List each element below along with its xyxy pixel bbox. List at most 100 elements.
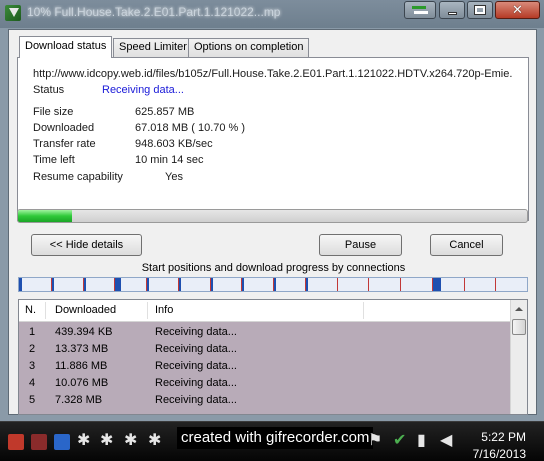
table-row[interactable]: 4 10.076 MB Receiving data... [19,375,511,392]
row-info: Receiving data... [155,394,237,406]
taskbar: ✱ ✱ ✱ ✱ created with gifrecorder.com ⚑ ✔… [0,421,544,461]
row-info: Receiving data... [155,343,237,355]
time-left-value: 10 min 14 sec [135,154,204,166]
connection-start-marker [273,278,274,291]
window-arrows-button[interactable] [404,1,436,19]
download-progress-bar [17,209,528,223]
row-downloaded: 11.886 MB [55,360,108,372]
row-number: 4 [29,377,36,389]
transfer-rate-value: 948.603 KB/sec [135,138,213,150]
row-info: Receiving data... [155,326,237,338]
file-size-label: File size [33,106,74,118]
table-header: N. Downloaded Info [19,300,527,322]
dialog-client-area: Download status Speed Limiter Options on… [8,29,537,415]
download-status-panel: http://www.idcopy.web.id/files/b105z/Ful… [17,57,529,221]
row-number: 2 [29,343,36,355]
connection-start-marker [400,278,401,291]
resume-capability-label: Resume capability [33,171,123,183]
file-size-value: 625.857 MB [135,106,195,118]
tab-options-on-completion[interactable]: Options on completion [188,38,310,57]
scroll-up-arrow-icon[interactable] [511,300,527,317]
row-info: Receiving data... [155,360,237,372]
connection-progress-segment [431,278,442,291]
arrows-icon [412,5,428,15]
column-separator[interactable] [147,302,148,319]
tray-network-icon[interactable]: ✱ [148,430,161,449]
table-row[interactable]: 2 13.373 MB Receiving data... [19,341,511,358]
row-number: 1 [29,326,36,338]
column-separator[interactable] [363,302,364,319]
download-progress-fill [18,210,73,222]
connection-start-marker [336,278,338,291]
row-number: 3 [29,360,36,372]
row-number: 5 [29,394,36,406]
row-downloaded: 10.076 MB [55,377,109,389]
clock-date[interactable]: 7/16/2013 [473,447,526,461]
download-app-icon [5,5,21,21]
window-title: 10% Full.House.Take.2.E01.Part.1.121022.… [27,5,281,19]
tray-close-icon[interactable] [8,434,24,450]
connection-start-marker [304,278,306,291]
connection-start-marker [463,278,465,291]
connection-progress-segment [19,278,23,291]
tray-window-icon[interactable] [54,434,70,450]
row-downloaded: 7.328 MB [55,394,103,406]
downloaded-value: 67.018 MB ( 10.70 % ) [135,122,246,134]
tab-speed-limiter[interactable]: Speed Limiter [113,38,193,57]
clock-time[interactable]: 5:22 PM [481,430,526,444]
connections-table: N. Downloaded Info 1 439.394 KB Receivin… [18,299,528,415]
status-value: Receiving data... [102,84,184,96]
close-button[interactable]: ✕ [495,1,540,19]
connections-progress-bar [18,277,528,292]
maximize-icon [474,5,486,15]
tray-shield-icon[interactable]: ✔ [393,430,406,449]
connection-start-marker [114,278,116,291]
download-window: 10% Full.House.Take.2.E01.Part.1.121022.… [0,0,544,421]
connection-start-marker [209,278,211,291]
table-row[interactable]: 1 439.394 KB Receiving data... [19,324,511,341]
row-info: Receiving data... [155,377,237,389]
connection-start-marker [50,278,52,291]
connection-start-marker [177,278,179,291]
minimize-button[interactable] [439,1,465,19]
resume-capability-value: Yes [165,171,183,183]
time-left-label: Time left [33,154,75,166]
table-vertical-scrollbar[interactable] [510,300,527,414]
connection-start-marker [368,278,370,291]
maximize-button[interactable] [467,1,493,19]
column-separator[interactable] [45,302,46,319]
pause-button[interactable]: Pause [319,234,402,256]
download-url: http://www.idcopy.web.id/files/b105z/Ful… [33,68,513,80]
column-header-number[interactable]: N. [25,304,36,316]
table-row[interactable]: 5 7.328 MB Receiving data... [19,392,511,409]
tray-monitor-icon[interactable] [31,434,47,450]
tray-network-icon[interactable]: ✱ [77,430,90,449]
status-label: Status [33,84,65,96]
close-icon: ✕ [512,2,523,18]
connection-start-marker [82,278,84,291]
cancel-button[interactable]: Cancel [430,234,503,256]
row-downloaded: 439.394 KB [55,326,113,338]
tab-download-status[interactable]: Download status [19,36,113,58]
downloaded-label: Downloaded [33,122,95,134]
connections-caption: Start positions and download progress by… [141,262,406,274]
connection-start-marker [495,278,497,291]
connection-start-marker [146,278,147,291]
tray-network-icon[interactable]: ✱ [100,430,113,449]
gifrecorder-watermark: created with gifrecorder.com [177,427,374,449]
hide-details-button[interactable]: << Hide details [31,234,142,256]
transfer-rate-label: Transfer rate [33,138,96,150]
tray-volume-icon[interactable]: ◀ [440,430,452,449]
scroll-thumb[interactable] [512,319,526,335]
minimize-icon [447,11,457,15]
column-header-info[interactable]: Info [155,304,173,316]
title-bar[interactable]: 10% Full.House.Take.2.E01.Part.1.121022.… [0,0,544,28]
tray-network-icon[interactable]: ✱ [124,430,137,449]
connection-start-marker [431,278,433,291]
column-header-downloaded[interactable]: Downloaded [55,304,116,316]
connection-start-marker [241,278,243,291]
row-downloaded: 13.373 MB [55,343,109,355]
tray-signal-icon[interactable]: ▮ [417,430,426,449]
table-row[interactable]: 3 11.886 MB Receiving data... [19,358,511,375]
tray-flag-icon[interactable]: ⚑ [368,430,382,449]
